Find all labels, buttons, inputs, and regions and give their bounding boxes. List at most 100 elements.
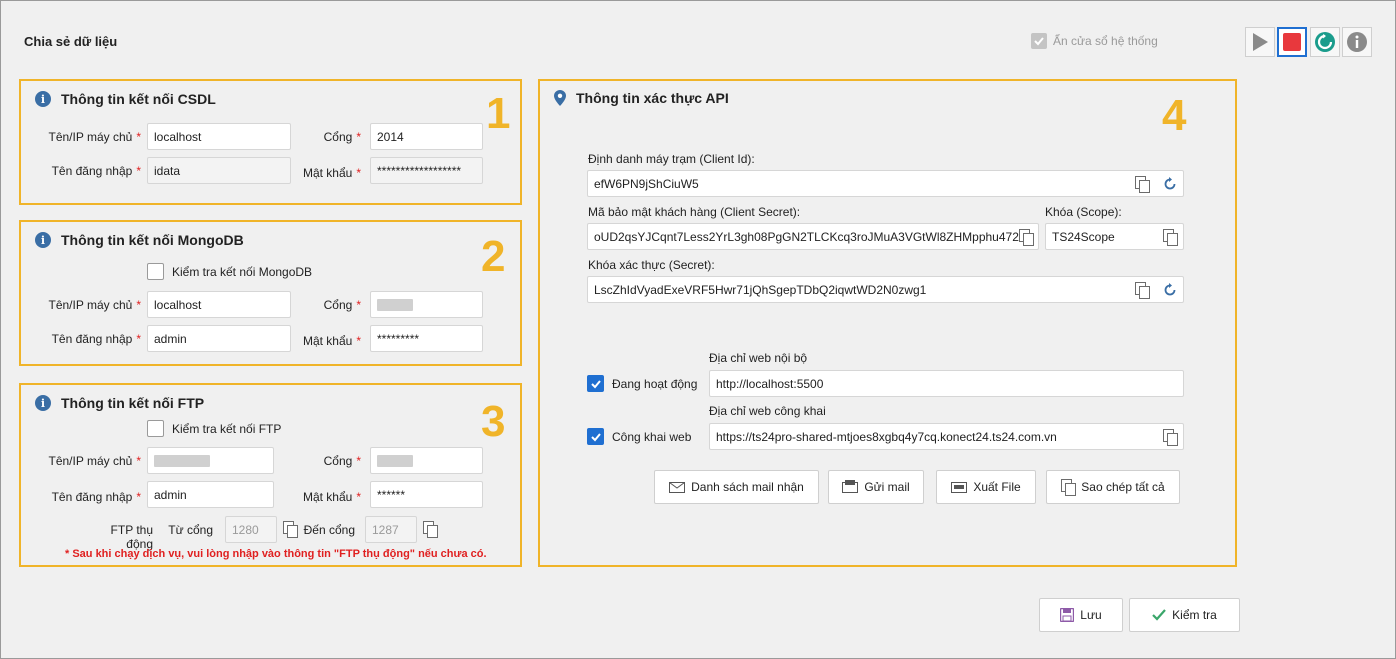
copy-icon[interactable] (1163, 228, 1178, 246)
secret-label: Khóa xác thực (Secret): (588, 258, 715, 272)
mongodb-check-connection[interactable]: Kiểm tra kết nối MongoDB (147, 263, 312, 280)
password-input[interactable]: ********* (370, 325, 483, 352)
host-input[interactable]: localhost (147, 291, 291, 318)
to-port-input[interactable]: 1287 (365, 516, 417, 543)
port-input[interactable]: 2014 (370, 123, 483, 150)
send-mail-button[interactable]: Gửi mail (828, 470, 924, 504)
public-url-label: Địa chỉ web công khai (709, 404, 826, 418)
active-label: Đang hoạt động (612, 376, 698, 391)
scope-value: TS24Scope (1052, 229, 1115, 244)
username-input[interactable]: admin (147, 481, 274, 508)
info-icon (1347, 32, 1367, 52)
refresh-icon[interactable] (1163, 282, 1177, 297)
section-number: 4 (1162, 91, 1187, 140)
play-icon (1253, 33, 1268, 51)
port-label: Cổng * (323, 130, 361, 144)
restart-button[interactable] (1310, 27, 1340, 57)
csdl-panel-title: i Thông tin kết nối CSDL (35, 91, 216, 107)
password-label: Mật khẩu * (302, 166, 361, 180)
username-label: Tên đăng nhập * (51, 164, 141, 178)
app-window: Chia sẻ dữ liệu Ẩn cửa sổ hệ thống i Thô… (0, 0, 1396, 659)
internal-url-input[interactable]: http://localhost:5500 (709, 370, 1184, 397)
save-button[interactable]: Lưu (1039, 598, 1123, 632)
csdl-panel: i Thông tin kết nối CSDL 1 Tên/IP máy ch… (19, 79, 522, 205)
page-title: Chia sẻ dữ liệu (24, 34, 118, 49)
ftp-passive-note: * Sau khi chạy dịch vụ, vui lòng nhập và… (65, 548, 487, 560)
section-number: 3 (481, 397, 506, 446)
export-file-button[interactable]: Xuất File (936, 470, 1036, 504)
ftp-check-connection[interactable]: Kiểm tra kết nối FTP (147, 420, 281, 437)
copy-icon[interactable] (1163, 428, 1178, 446)
from-port-label: Từ cổng (168, 523, 213, 537)
checkbox[interactable] (147, 420, 164, 437)
password-input[interactable]: ****************** (370, 157, 483, 184)
info-icon: i (35, 232, 51, 248)
port-input[interactable] (370, 291, 483, 318)
info-icon: i (35, 91, 51, 107)
client-id-input[interactable]: efW6PN9jShCiuW5 (587, 170, 1184, 197)
masked-value (154, 454, 210, 467)
info-icon: i (35, 395, 51, 411)
mongodb-panel: i Thông tin kết nối MongoDB 2 Kiểm tra k… (19, 220, 522, 366)
username-input[interactable]: admin (147, 325, 291, 352)
export-file-label: Xuất File (973, 480, 1021, 494)
send-mail-label: Gửi mail (864, 480, 910, 494)
csdl-title-text: Thông tin kết nối CSDL (61, 91, 216, 107)
port-label: Cổng * (323, 454, 361, 468)
to-port-label: Đến cổng (303, 523, 355, 537)
public-checkbox[interactable]: Công khai web (587, 428, 691, 445)
hide-system-tray-label: Ẩn cửa sổ hệ thống (1053, 34, 1158, 48)
copy-all-label: Sao chép tất cả (1081, 480, 1165, 494)
copy-icon[interactable] (1135, 175, 1150, 193)
copy-icon (1061, 479, 1077, 496)
api-panel: Thông tin xác thực API 4 Định danh máy t… (538, 79, 1237, 567)
secret-value: LscZhIdVyadExeVRF5Hwr71jQhSgepTDbQ2iqwtW… (594, 282, 927, 297)
from-port-input[interactable]: 1280 (225, 516, 277, 543)
client-secret-input[interactable]: oUD2qsYJCqnt7Less2YrL3gh08PgGN2TLCKcq3ro… (587, 223, 1039, 250)
location-pin-icon (554, 90, 566, 106)
check-button[interactable]: Kiểm tra (1129, 598, 1240, 632)
refresh-icon[interactable] (1163, 176, 1177, 191)
mail-list-label: Danh sách mail nhận (691, 480, 804, 494)
copy-icon[interactable] (1018, 228, 1034, 246)
passive-label: FTP thụ động (110, 523, 153, 551)
stop-button[interactable] (1277, 27, 1307, 57)
ftp-panel-title: i Thông tin kết nối FTP (35, 395, 204, 411)
public-url-input[interactable]: https://ts24pro-shared-mtjoes8xgbq4y7cq.… (709, 423, 1184, 450)
host-label: Tên/IP máy chủ * (48, 130, 142, 144)
password-input[interactable]: ****** (370, 481, 483, 508)
active-checkbox[interactable]: Đang hoạt động (587, 375, 697, 392)
mongodb-panel-title: i Thông tin kết nối MongoDB (35, 232, 244, 248)
masked-value (377, 454, 413, 467)
username-label: Tên đăng nhập * (51, 332, 141, 346)
host-input[interactable]: localhost (147, 123, 291, 150)
api-title-text: Thông tin xác thực API (576, 90, 729, 106)
client-id-label: Định danh máy trạm (Client Id): (588, 152, 755, 166)
hide-system-tray-toggle[interactable]: Ẩn cửa sổ hệ thống (1031, 33, 1158, 49)
host-input[interactable] (147, 447, 274, 474)
port-label: Cổng * (323, 298, 361, 312)
section-number: 1 (486, 89, 511, 138)
section-number: 2 (481, 232, 506, 281)
mongodb-check-label: Kiểm tra kết nối MongoDB (172, 264, 313, 279)
checkbox[interactable] (147, 263, 164, 280)
checkbox-checked-icon[interactable] (587, 375, 604, 392)
password-label: Mật khẩu * (302, 490, 361, 504)
copy-icon[interactable] (1135, 281, 1150, 299)
password-label: Mật khẩu * (302, 334, 361, 348)
username-input[interactable]: idata (147, 157, 291, 184)
scope-input[interactable]: TS24Scope (1045, 223, 1184, 250)
checkbox-checked-icon[interactable] (1031, 33, 1047, 49)
copy-icon[interactable] (423, 521, 438, 538)
checkbox-checked-icon[interactable] (587, 428, 604, 445)
about-button[interactable] (1342, 27, 1372, 57)
mail-list-button[interactable]: Danh sách mail nhận (654, 470, 819, 504)
copy-all-button[interactable]: Sao chép tất cả (1046, 470, 1180, 504)
save-icon (1060, 608, 1075, 622)
check-label: Kiểm tra (1172, 608, 1217, 622)
play-button[interactable] (1245, 27, 1275, 57)
port-input[interactable] (370, 447, 483, 474)
masked-value (377, 298, 413, 311)
secret-input[interactable]: LscZhIdVyadExeVRF5Hwr71jQhSgepTDbQ2iqwtW… (587, 276, 1184, 303)
copy-icon[interactable] (283, 521, 298, 538)
